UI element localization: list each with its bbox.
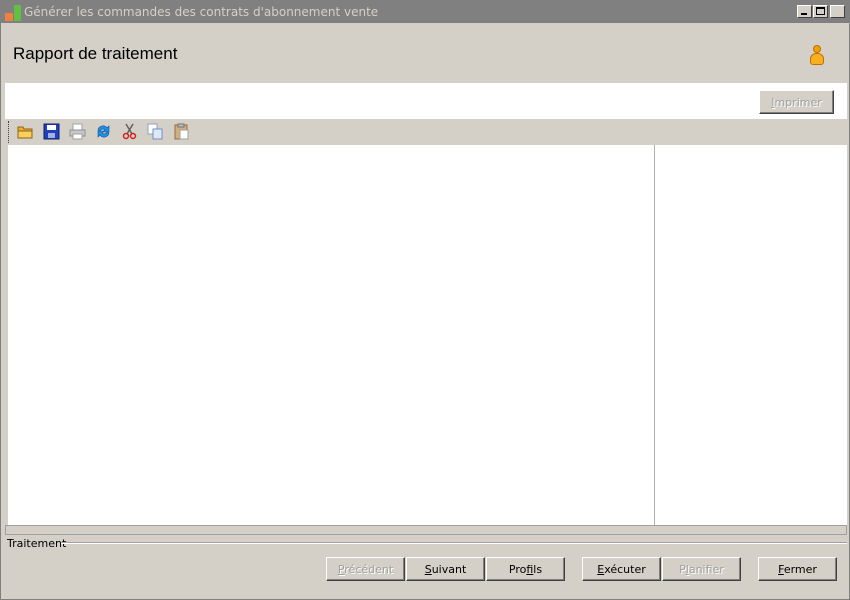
close-button[interactable]: Fermer — [758, 557, 837, 581]
copy-icon[interactable] — [147, 123, 164, 140]
next-button-mnemonic: S — [424, 562, 432, 576]
title-bar[interactable]: Générer les commandes des contrats d'abo… — [1, 1, 849, 23]
print-button-label: mprimer — [774, 95, 822, 109]
close-window-button[interactable]: × — [830, 4, 845, 18]
horizontal-scrollbar[interactable] — [5, 525, 847, 535]
execute-button-label: xécuter — [604, 562, 646, 576]
save-icon[interactable] — [43, 123, 60, 140]
schedule-button-prefix: P — [679, 562, 686, 576]
main-window: Générer les commandes des contrats d'abo… — [0, 0, 850, 600]
next-button-label: uivant — [431, 562, 467, 576]
close-button-label: ermer — [783, 562, 817, 576]
maximize-button[interactable] — [813, 5, 828, 18]
group-label-traitement: Traitement — [7, 537, 67, 550]
app-icon — [5, 5, 21, 21]
user-icon[interactable] — [809, 45, 825, 67]
window-title: Générer les commandes des contrats d'abo… — [24, 5, 379, 19]
print-icon[interactable] — [69, 123, 86, 140]
print-button[interactable]: Imprimer — [759, 90, 834, 114]
group-separator — [61, 542, 847, 544]
minimize-icon — [801, 13, 807, 15]
previous-button-label: récédent — [344, 562, 394, 576]
toolbar-grip[interactable] — [8, 121, 11, 143]
profiles-button[interactable]: Profils — [486, 557, 565, 581]
refresh-icon[interactable] — [95, 123, 112, 140]
schedule-button-label: anifier — [688, 562, 724, 576]
previous-button[interactable]: Précédent — [326, 557, 405, 581]
report-content-area[interactable] — [5, 145, 847, 525]
paste-icon[interactable] — [173, 123, 190, 140]
cut-icon[interactable] — [121, 123, 138, 140]
page-title: Rapport de traitement — [13, 44, 178, 63]
print-area: Imprimer — [5, 83, 847, 119]
header-panel: Rapport de traitement — [1, 23, 849, 83]
pane-divider[interactable] — [654, 145, 655, 525]
next-button[interactable]: Suivant — [406, 557, 485, 581]
maximize-icon — [816, 7, 825, 15]
editor-toolbar — [5, 119, 847, 145]
open-folder-icon[interactable] — [17, 123, 34, 140]
profiles-button-prefix: Pro — [508, 562, 527, 576]
close-icon: × — [832, 4, 843, 18]
minimize-button[interactable] — [797, 5, 812, 18]
execute-button[interactable]: Exécuter — [582, 557, 661, 581]
profiles-button-label: ils — [533, 562, 543, 576]
schedule-button[interactable]: Planifier — [662, 557, 741, 581]
